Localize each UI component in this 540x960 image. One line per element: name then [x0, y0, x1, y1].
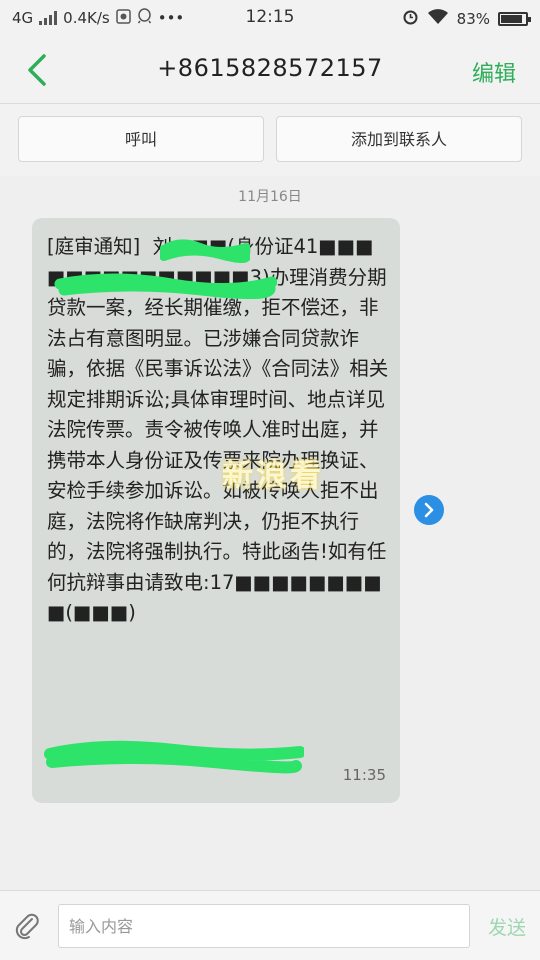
wifi-icon: [427, 8, 449, 29]
attachment-button[interactable]: [12, 911, 42, 941]
contact-number: +8615828572157: [157, 54, 383, 82]
call-button[interactable]: 呼叫: [18, 116, 264, 162]
message-input[interactable]: [58, 904, 470, 948]
alarm-icon: [402, 8, 419, 29]
status-right: 83%: [402, 8, 531, 29]
message-time: 11:35: [342, 766, 386, 784]
contact-actions: 呼叫 添加到联系人: [0, 104, 540, 176]
attachment-icon: [15, 913, 39, 940]
status-bar: 4G 0.4K/s ••• 12:15 83%: [0, 0, 540, 34]
compose-bar: 发送: [0, 890, 540, 960]
conversation-header: +8615828572157 编辑: [0, 34, 540, 104]
send-button[interactable]: 发送: [488, 913, 526, 940]
forward-icon: [424, 502, 434, 518]
redaction-scribble-phone: [44, 740, 304, 774]
forward-button[interactable]: [414, 495, 444, 525]
message-bubble[interactable]: [庭审通知] 刘■■■(身份证41■■■■■■■■■■■■■■3)办理消费分期贷…: [32, 218, 400, 803]
add-to-contacts-button[interactable]: 添加到联系人: [276, 116, 522, 162]
message-text: [庭审通知] 刘■■■(身份证41■■■■■■■■■■■■■■3)办理消费分期贷…: [47, 235, 389, 624]
battery-level: 83%: [456, 9, 490, 28]
edit-button[interactable]: 编辑: [472, 56, 516, 88]
battery-icon: [498, 11, 531, 26]
message-date: 11月16日: [238, 189, 302, 205]
